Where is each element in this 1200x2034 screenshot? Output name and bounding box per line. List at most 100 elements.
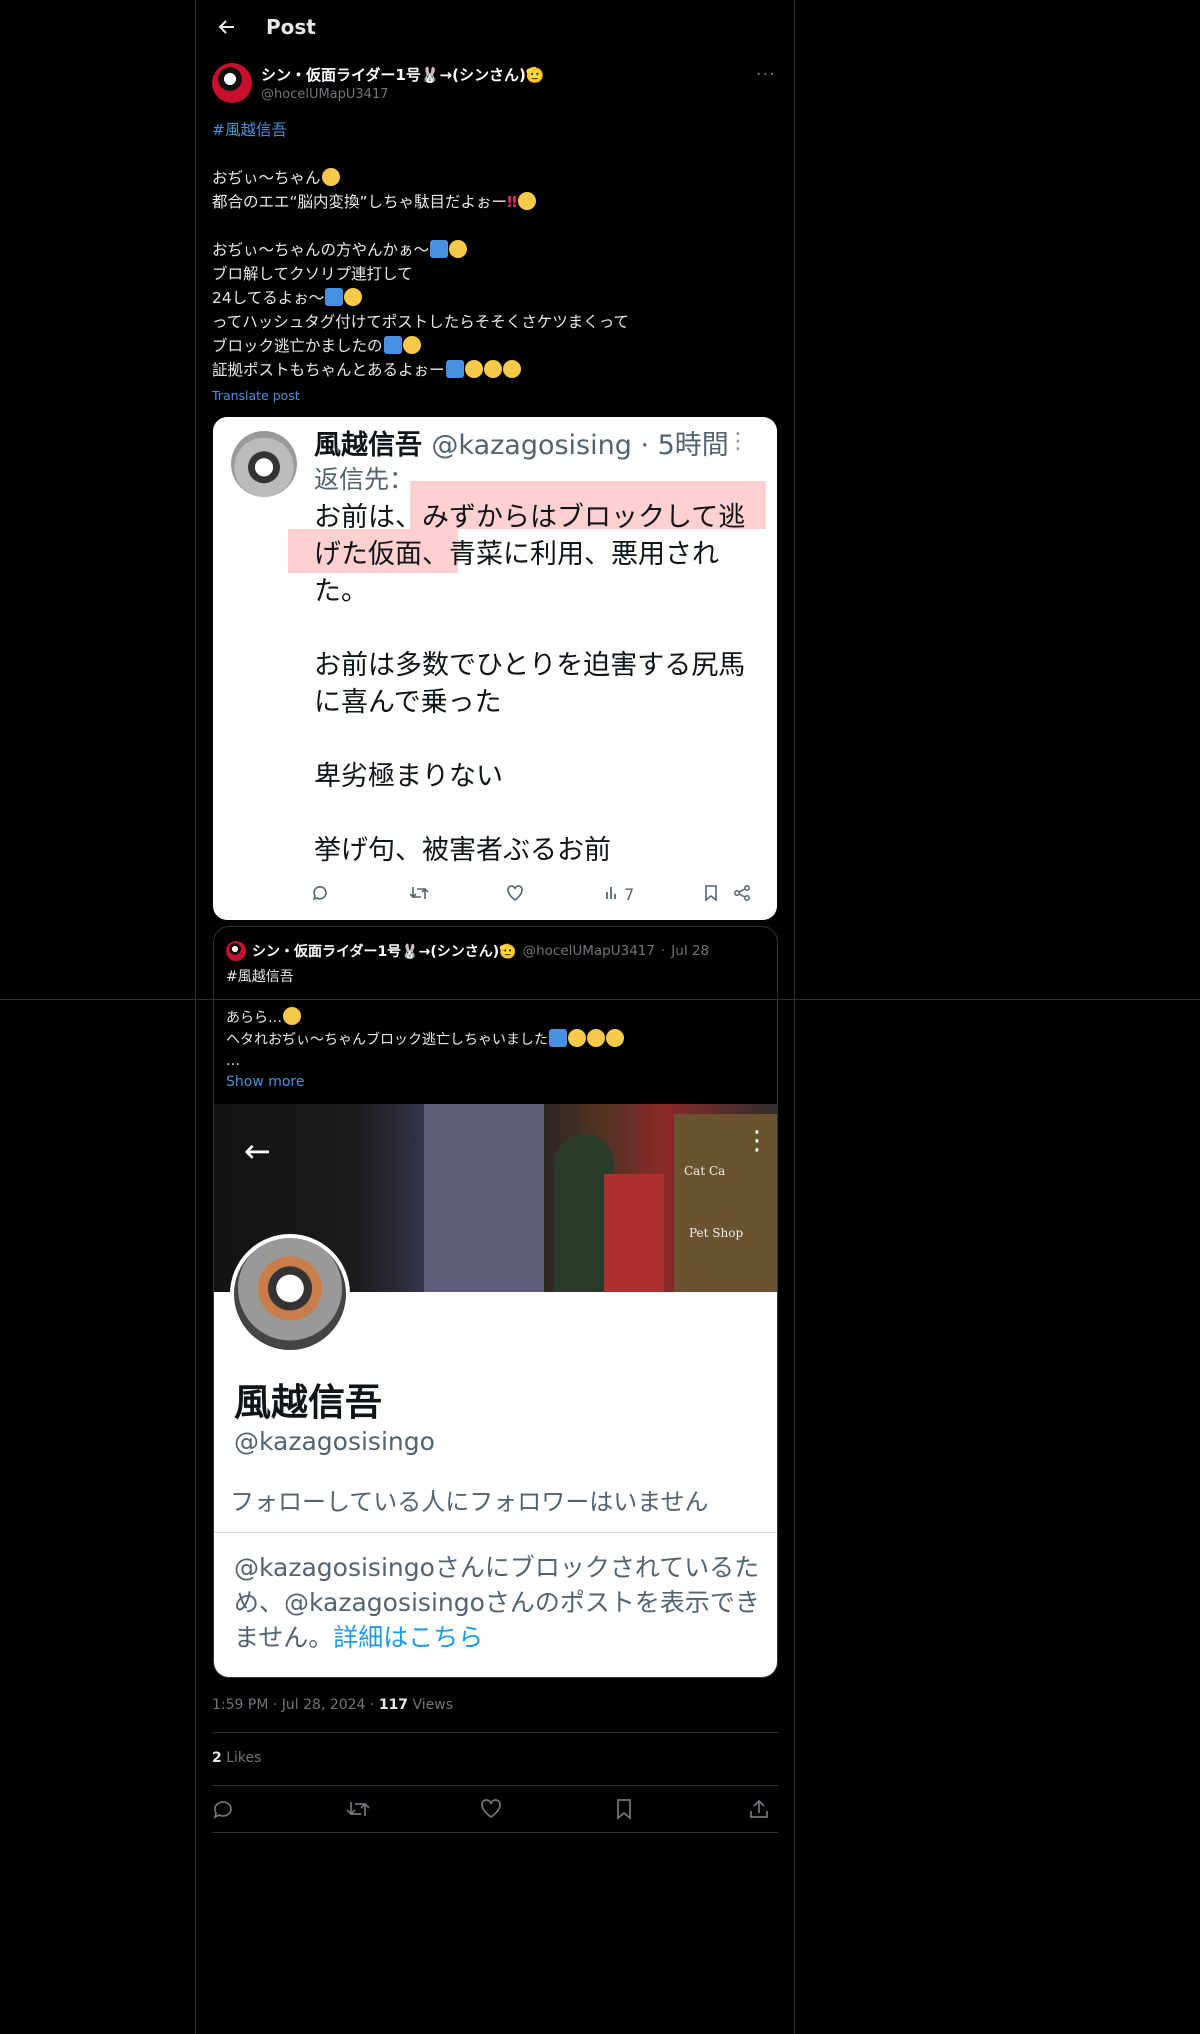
- reply-icon: [213, 1801, 232, 1819]
- reply-line: お前は多数でひとりを迫害する尻馬: [314, 650, 746, 681]
- horizontal-divider: [0, 999, 1200, 1000]
- blocked-message: @kazagosisingoさんにブロックされているため、@kazagosisi…: [234, 1550, 764, 1655]
- heart-icon: [506, 884, 524, 906]
- grin-emoji-icon: [321, 168, 340, 186]
- main-column: Post シン・仮面ライダー1号🐰→(シンさん)🫡 @hocelUMapU341…: [195, 0, 795, 2034]
- profile-avatar: [230, 1234, 350, 1354]
- reply-author-name: 風越信吾: [314, 430, 422, 461]
- rofl-emoji-icon: [502, 360, 521, 378]
- reply-line: 卑劣極まりない: [314, 761, 503, 792]
- reply-author-handle: @kazagosising · 5時間: [431, 430, 729, 461]
- reply-line: た。: [314, 576, 368, 607]
- reply-to-label: 返信先：: [314, 465, 415, 494]
- divider: [214, 1532, 777, 1533]
- quoted-hashtag: #風越信吾: [226, 969, 294, 985]
- likes-link[interactable]: 2 Likes: [212, 1750, 261, 1766]
- music-note-icon: [549, 1029, 567, 1047]
- repost-icon: [409, 884, 429, 906]
- post-date[interactable]: Jul 28, 2024: [282, 1697, 366, 1713]
- post-time[interactable]: 1:59 PM: [212, 1697, 268, 1713]
- music-note-icon: [430, 240, 449, 258]
- vertical-dots-icon: ⋮: [744, 1126, 770, 1156]
- like-button[interactable]: [480, 1798, 504, 1822]
- vertical-dots-icon: ⋮: [727, 429, 749, 454]
- reply-button[interactable]: [212, 1798, 236, 1822]
- heart-icon: [481, 1799, 501, 1819]
- post-line: ブロック逃亡かましたの: [212, 337, 383, 355]
- author-name[interactable]: シン・仮面ライダー1号🐰→(シンさん)🫡: [261, 64, 544, 85]
- post-line: おぢぃ〜ちゃん: [212, 169, 321, 187]
- rofl-emoji-icon: [483, 360, 502, 378]
- views-count: 117: [378, 1697, 409, 1713]
- post-line: ってハッシュタグ付けてポストしたらそそくさケツまくって: [212, 313, 629, 331]
- profile-name: 風越信吾: [234, 1381, 382, 1424]
- quoted-post-header: シン・仮面ライダー1号🐰→(シンさん)🫡 @hocelUMapU3417 · J…: [226, 941, 709, 961]
- double-exclamation-icon: ‼: [507, 193, 517, 211]
- post-line: 都合のエエ“脳内変換”しちゃ駄目だよぉー: [212, 193, 508, 211]
- author-handle[interactable]: @hocelUMapU3417: [261, 87, 544, 102]
- repost-button[interactable]: [346, 1798, 370, 1822]
- music-note-icon: [325, 288, 344, 306]
- banner-sign: Pet Shop: [689, 1226, 744, 1240]
- avatar: [226, 941, 246, 961]
- music-note-icon: [383, 336, 402, 354]
- divider: [212, 1732, 778, 1733]
- likes-label: Likes: [226, 1750, 262, 1766]
- laugh-emoji-icon: [606, 1029, 624, 1047]
- reply-text: お前は、みずからはブロックして逃 げた仮面、青菜に利用、悪用され た。 お前は多…: [314, 499, 764, 869]
- quoted-image-profile-screenshot[interactable]: Cat Ca Pet Shop ← ⋮ 風越信吾 @kazagosisingo …: [214, 1104, 777, 1677]
- banner-sign: Cat Ca: [684, 1164, 726, 1178]
- quoted-line: あらら…: [226, 1010, 282, 1026]
- post-line: 24してるよぉ〜: [212, 289, 325, 307]
- share-button[interactable]: [748, 1798, 772, 1822]
- reply-icon: [311, 884, 329, 906]
- post-image-reply-screenshot[interactable]: 風越信吾 @kazagosising · 5時間 ⋮ 返信先： お前は、みずから…: [213, 417, 777, 920]
- show-more-link[interactable]: Show more: [226, 1072, 766, 1093]
- profile-handle: @kazagosisingo: [234, 1427, 435, 1456]
- reply-line: げた仮面、青菜に利用、悪用され: [314, 539, 719, 570]
- avatar[interactable]: [212, 63, 252, 103]
- share-icon: [733, 884, 751, 906]
- bookmark-button[interactable]: [614, 1798, 638, 1822]
- post-line: 証拠ポストもちゃんとあるよぉー: [212, 361, 445, 379]
- cat-avatar: [231, 431, 297, 497]
- back-button[interactable]: [212, 12, 242, 42]
- quoted-post-text: #風越信吾 あらら… ヘタれおぢぃ〜ちゃんブロック逃亡しちゃいました … Sho…: [226, 967, 766, 1093]
- reply-views-count: 7: [624, 885, 635, 904]
- rofl-emoji-icon: [464, 360, 483, 378]
- details-link: 詳細はこちら: [333, 1623, 484, 1652]
- arrow-left-icon: ←: [244, 1132, 271, 1170]
- post-line: おぢぃ〜ちゃんの方やんかぁ〜: [212, 241, 430, 259]
- rofl-emoji-icon: [402, 336, 421, 354]
- repost-icon: [346, 1802, 370, 1816]
- share-icon: [750, 1799, 768, 1818]
- translate-post-link[interactable]: Translate post: [212, 384, 772, 408]
- post-line: ブロ解してクソリプ連打して: [212, 265, 413, 283]
- post-author[interactable]: シン・仮面ライダー1号🐰→(シンさん)🫡 @hocelUMapU3417: [212, 63, 544, 103]
- post-actions: [196, 1786, 794, 1832]
- quoted-ellipsis: …: [226, 1053, 240, 1069]
- grin-emoji-icon: [344, 288, 363, 306]
- quoted-author-name: シン・仮面ライダー1号🐰→(シンさん)🫡: [252, 944, 517, 960]
- quoted-line: ヘタれおぢぃ〜ちゃんブロック逃亡しちゃいました: [226, 1032, 548, 1048]
- likes-count: 2: [212, 1750, 222, 1766]
- bookmark-icon: [617, 1799, 631, 1820]
- quoted-post[interactable]: シン・仮面ライダー1号🐰→(シンさん)🫡 @hocelUMapU3417 · J…: [213, 926, 778, 1678]
- laugh-emoji-icon: [568, 1029, 586, 1047]
- arrow-left-icon: [218, 20, 234, 34]
- quoted-author-handle: @hocelUMapU3417: [522, 943, 655, 959]
- more-options-icon[interactable]: ···: [756, 64, 776, 85]
- reply-actions: 7: [213, 870, 777, 920]
- laugh-emoji-icon: [587, 1029, 605, 1047]
- music-note-icon: [445, 360, 464, 378]
- post-text: #風越信吾 おぢぃ〜ちゃん 都合のエエ“脳内変換”しちゃ駄目だよぉー‼ おぢぃ〜…: [212, 118, 772, 408]
- divider: [212, 1832, 778, 1833]
- views-icon: 7: [605, 884, 634, 904]
- top-bar: Post: [196, 0, 794, 54]
- grin-emoji-icon: [283, 1007, 301, 1025]
- reply-line: お前は、みずからはブロックして逃: [314, 502, 746, 533]
- post-meta: 1:59 PM · Jul 28, 2024 · 117 Views: [212, 1697, 454, 1713]
- reply-line: 挙げ句、被害者ぶるお前: [314, 835, 611, 866]
- reply-line: に喜んで乗った: [314, 687, 502, 718]
- hashtag-link[interactable]: #風越信吾: [212, 118, 772, 142]
